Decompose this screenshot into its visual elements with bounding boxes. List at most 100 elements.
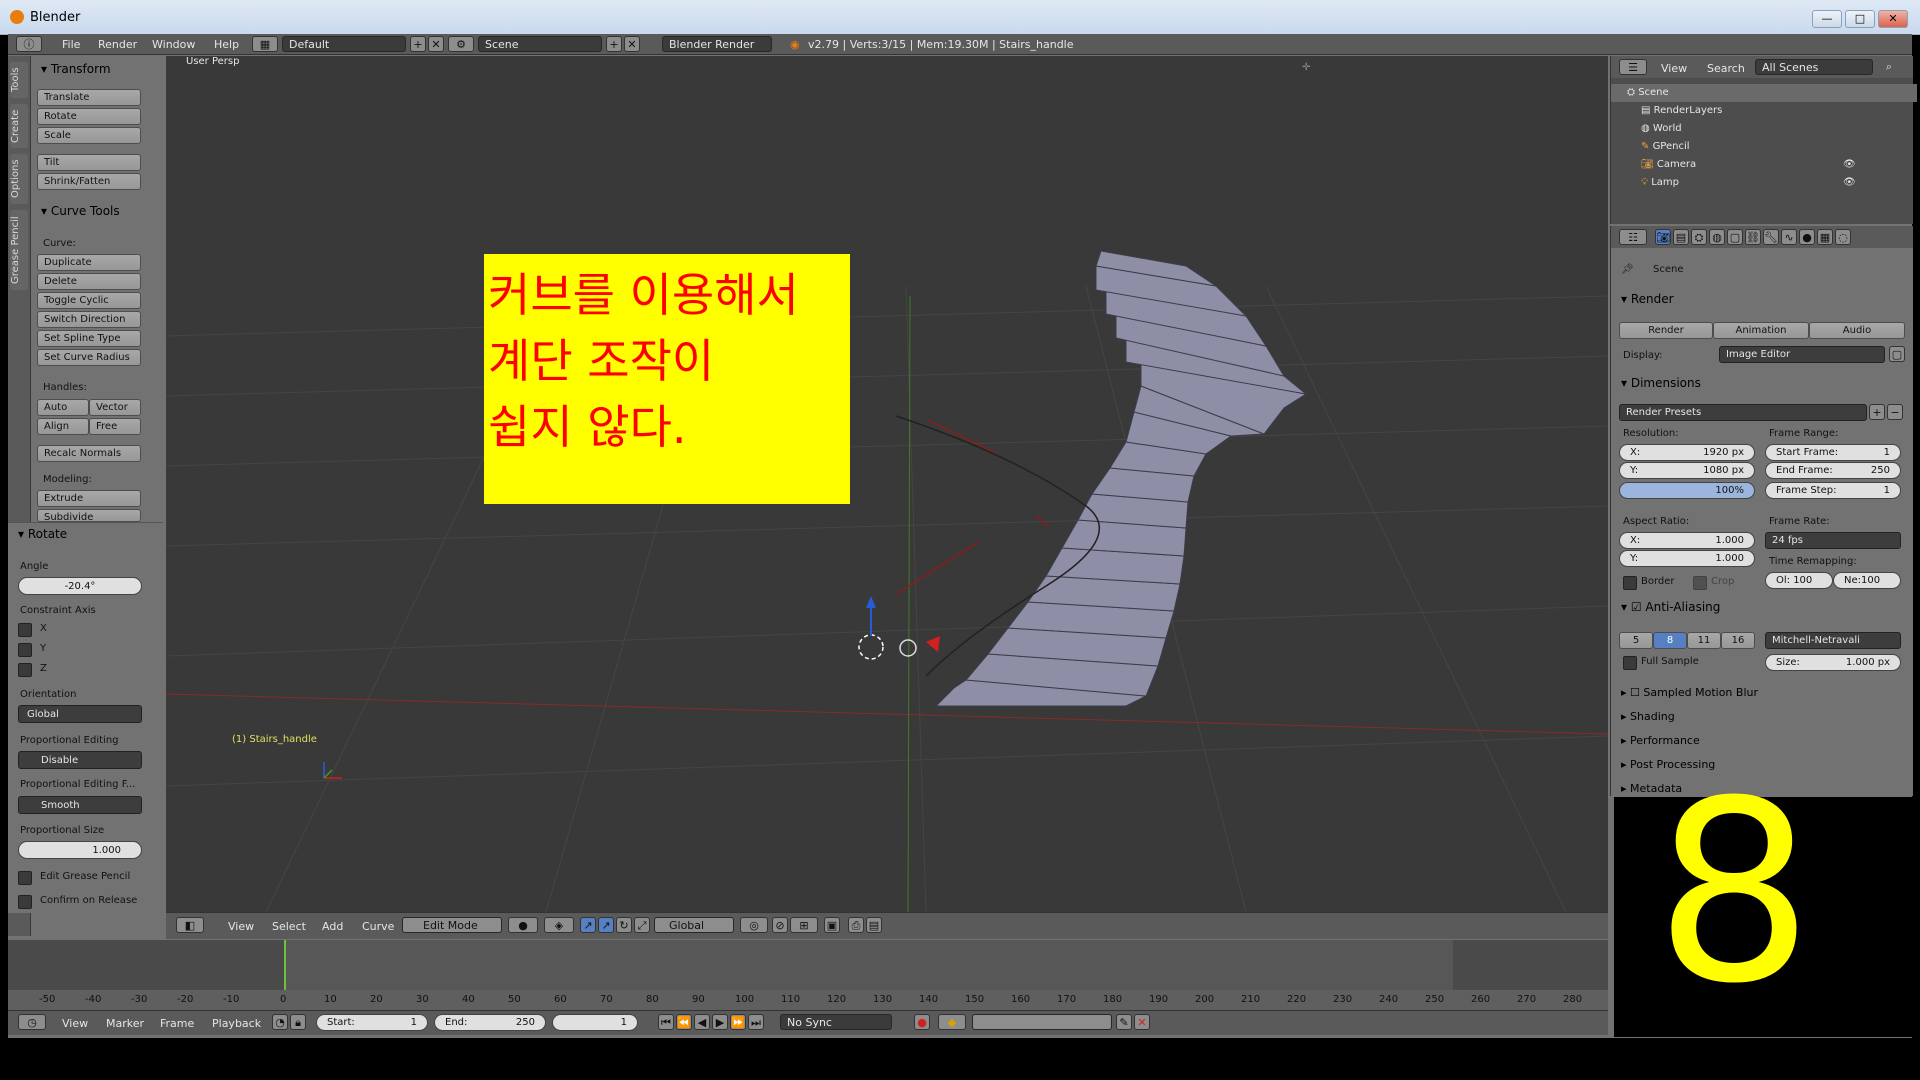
timeline-menu-playback[interactable]: Playback (212, 1017, 261, 1030)
outliner-item-scene[interactable]: ⛭ Scene (1611, 84, 1917, 102)
render-button[interactable]: Render (1619, 322, 1713, 339)
constraints-tab-icon[interactable]: ⛓ (1745, 229, 1761, 245)
viewport-menu-view[interactable]: View (228, 920, 254, 933)
data-tab-icon[interactable]: ∿ (1781, 229, 1797, 245)
shading-header[interactable]: ▸ Shading (1621, 710, 1675, 723)
remove-layout-icon[interactable]: ✕ (428, 36, 444, 52)
handle-auto-button[interactable]: Auto (37, 399, 89, 416)
resolution-percentage-slider[interactable]: 100% (1619, 482, 1755, 499)
close-window-button[interactable]: ✕ (1878, 10, 1908, 28)
material-tab-icon[interactable]: ● (1799, 229, 1815, 245)
proportional-editing-dropdown[interactable]: Disable (18, 751, 142, 769)
timeline-menu-frame[interactable]: Frame (160, 1017, 194, 1030)
proportional-edit-icon[interactable]: ◎ (740, 917, 768, 933)
resolution-x-field[interactable]: X: 1920 px (1619, 444, 1755, 461)
handle-vector-button[interactable]: Vector (89, 399, 141, 416)
subdivide-button[interactable]: Subdivide (37, 509, 141, 523)
play-icon[interactable]: ▶ (712, 1014, 728, 1030)
texture-tab-icon[interactable]: ▦ (1817, 229, 1833, 245)
handle-free-button[interactable]: Free (89, 418, 141, 435)
angle-field[interactable]: -20.4° (18, 577, 142, 595)
jump-start-icon[interactable]: ⏮ (658, 1014, 674, 1030)
frame-step-field[interactable]: Frame Step: 1 (1765, 482, 1901, 499)
render-layers-tab-icon[interactable]: ▤ (1673, 229, 1689, 245)
editor-type-icon[interactable]: ⓘ (16, 36, 42, 52)
animation-button[interactable]: Animation (1713, 322, 1809, 339)
resolution-y-field[interactable]: Y: 1080 px (1619, 462, 1755, 479)
start-frame-field[interactable]: Start: 1 (316, 1014, 428, 1031)
axis-y-checkbox[interactable] (18, 643, 32, 657)
scene-icon[interactable]: ⚙ (448, 36, 474, 52)
menu-help[interactable]: Help (214, 38, 239, 51)
timeline-editor-type-icon[interactable]: ◷ (18, 1014, 46, 1030)
toggle-cyclic-button[interactable]: Toggle Cyclic (37, 292, 141, 309)
outliner-item-lamp[interactable]: 💡︎ Lamp 👁︎ (1611, 174, 1920, 192)
tab-grease-pencil[interactable]: Grease Pencil (10, 210, 28, 290)
confirm-on-release-checkbox[interactable] (18, 895, 32, 909)
remove-preset-icon[interactable]: − (1887, 404, 1903, 420)
modifiers-tab-icon[interactable]: 🔧︎ (1763, 229, 1779, 245)
render-engine-dropdown[interactable]: Blender Render (662, 36, 772, 52)
axis-z-checkbox[interactable] (18, 663, 32, 677)
duplicate-button[interactable]: Duplicate (37, 254, 141, 271)
outliner-editor-type-icon[interactable]: ☰ (1619, 59, 1647, 75)
physics-tab-icon[interactable]: ◌ (1835, 229, 1851, 245)
timeline-menu-view[interactable]: View (62, 1017, 88, 1030)
menu-window[interactable]: Window (152, 38, 195, 51)
opengl-render-icon[interactable]: ▤ (866, 917, 882, 933)
outliner-item-renderlayers[interactable]: ▤ RenderLayers (1611, 102, 1920, 120)
lock-range-icon[interactable]: 🔒︎ (290, 1014, 306, 1030)
render-tab-icon[interactable]: 📷︎ (1655, 229, 1671, 245)
switch-direction-button[interactable]: Switch Direction (37, 311, 141, 328)
jump-end-icon[interactable]: ⏭ (748, 1014, 764, 1030)
aa-samples-8[interactable]: 8 (1653, 632, 1687, 649)
border-checkbox[interactable] (1623, 576, 1637, 590)
occlude-geometry-icon[interactable]: ▣ (824, 917, 840, 933)
outliner-item-camera[interactable]: 📷︎ Camera 👁︎ (1611, 156, 1920, 174)
aa-filter-dropdown[interactable]: Mitchell-Netravali (1765, 632, 1901, 649)
pivot-dropdown-icon[interactable]: ◈ (544, 917, 574, 933)
add-layout-icon[interactable]: + (410, 36, 426, 52)
viewport-corner-icon[interactable]: ✛ (1302, 62, 1311, 73)
orientation-dropdown[interactable]: Global (18, 705, 142, 723)
snap-element-icon[interactable]: ⊞ (790, 917, 818, 933)
outliner-item-gpencil[interactable]: ✎ GPencil (1611, 138, 1920, 156)
tilt-button[interactable]: Tilt (37, 154, 141, 171)
aa-samples-11[interactable]: 11 (1687, 632, 1721, 649)
outliner-menu-search[interactable]: Search (1707, 62, 1745, 75)
rotate-manipulator-icon[interactable]: ↻ (616, 917, 632, 933)
menu-render[interactable]: Render (98, 38, 137, 51)
aa-samples-16[interactable]: 16 (1721, 632, 1755, 649)
play-reverse-icon[interactable]: ◀ (694, 1014, 710, 1030)
pin-icon[interactable]: 📌︎ (1621, 264, 1634, 275)
performance-header[interactable]: ▸ Performance (1621, 734, 1700, 747)
edit-grease-pencil-checkbox[interactable] (18, 871, 32, 885)
active-keying-set-field[interactable] (972, 1014, 1112, 1030)
properties-editor-type-icon[interactable]: ☷ (1619, 229, 1647, 245)
delete-keyframe-icon[interactable]: ✕ (1134, 1014, 1150, 1030)
shading-dropdown-icon[interactable]: ● (508, 917, 538, 933)
translate-button[interactable]: Translate (37, 89, 141, 106)
axis-x-checkbox[interactable] (18, 623, 32, 637)
scale-button[interactable]: Scale (37, 127, 141, 144)
current-frame-field[interactable]: 1 (552, 1014, 638, 1031)
transform-panel-header[interactable]: ▾ Transform (41, 62, 111, 76)
screen-layout-field[interactable]: Default (282, 36, 406, 52)
sync-dropdown[interactable]: No Sync (780, 1014, 892, 1030)
outliner-menu-view[interactable]: View (1661, 62, 1687, 75)
timeline-editor[interactable]: -50 -40 -30 -20 -10 0 10 20 30 40 50 60 … (8, 940, 1608, 1010)
add-scene-icon[interactable]: + (606, 36, 622, 52)
outliner-item-world[interactable]: ◍ World (1611, 120, 1920, 138)
dimensions-panel-header[interactable]: ▾ Dimensions (1621, 376, 1701, 390)
menu-file[interactable]: File (62, 38, 80, 51)
preview-range-icon[interactable]: ◔ (272, 1014, 288, 1030)
snap-toggle-icon[interactable]: ⊘ (772, 917, 788, 933)
tab-tools[interactable]: Tools (10, 62, 28, 98)
start-frame-prop-field[interactable]: Start Frame: 1 (1765, 444, 1901, 461)
translate-manipulator-icon[interactable]: ↗ (598, 917, 614, 933)
handle-align-button[interactable]: Align (37, 418, 89, 435)
display-dropdown[interactable]: Image Editor (1719, 346, 1885, 363)
minimize-button[interactable]: — (1812, 10, 1842, 28)
aspect-y-field[interactable]: Y: 1.000 (1619, 550, 1755, 567)
set-spline-type-button[interactable]: Set Spline Type (37, 330, 141, 347)
